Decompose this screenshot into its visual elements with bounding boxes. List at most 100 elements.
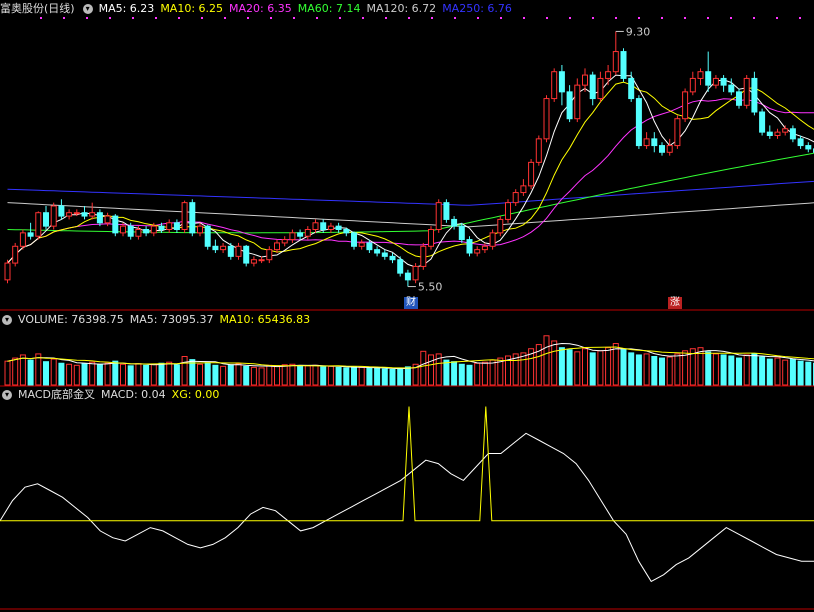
candle-body — [281, 239, 288, 244]
candle-body — [466, 239, 473, 254]
marker-dot — [247, 17, 249, 19]
marker-dot — [132, 17, 134, 19]
candle-body — [682, 91, 689, 120]
volume-bar — [81, 363, 88, 386]
volume-bar — [127, 365, 134, 386]
candle-body — [320, 222, 327, 231]
volume-bar — [651, 356, 658, 386]
volume-bar — [235, 363, 242, 386]
stock-title: 富奥股份(日线) — [0, 2, 75, 15]
volume-bar — [4, 360, 11, 386]
volume-bar — [474, 362, 481, 386]
volume-panel-header: ▾ VOLUME: 76398.75 MA5: 73095.37 MA10: 6543… — [0, 312, 316, 328]
candle-body — [628, 77, 635, 100]
candle-body — [659, 145, 665, 153]
volume-bar — [358, 366, 365, 386]
candle-body — [312, 222, 319, 231]
candle-body — [535, 138, 542, 163]
marker-dot — [109, 17, 111, 19]
volume-bar — [782, 359, 789, 386]
candle-body — [751, 77, 758, 113]
marker-dot — [63, 17, 65, 19]
volume-bar — [582, 348, 588, 386]
volume-bar — [466, 364, 473, 386]
volume-bar — [312, 364, 319, 386]
low-price-label: 5.50 — [418, 281, 443, 294]
chevron-down-icon[interactable]: ▾ — [82, 4, 93, 14]
badge-zhang[interactable]: 涨 — [668, 297, 682, 309]
marker-dot — [293, 17, 295, 19]
volume-bar — [19, 354, 26, 386]
volume-bar — [197, 363, 203, 386]
volume-bar — [304, 365, 311, 386]
stock-chart: 9.30 5.50 富奥股份(日线) ▾ MA5: 6.23 MA10: 6.25 MA2… — [0, 0, 814, 612]
volume-bar — [643, 353, 650, 386]
chevron-down-icon[interactable]: ▾ — [2, 390, 12, 400]
candle-body — [197, 225, 203, 234]
candle-body — [304, 229, 311, 237]
candle-body — [189, 202, 196, 234]
candle-body — [774, 131, 781, 136]
candle-body — [358, 242, 365, 247]
volume-bar — [659, 357, 665, 386]
marker-dot — [615, 17, 617, 19]
ma-legend-item: MA20: 6.35 — [229, 2, 292, 15]
candle-body — [435, 202, 442, 230]
volume-bar — [297, 365, 304, 386]
candle-body — [551, 71, 558, 100]
candle-body — [474, 249, 481, 254]
volume-bar — [35, 353, 42, 386]
candle-body — [497, 218, 504, 234]
volume-bar — [150, 363, 157, 386]
candle-body — [143, 229, 150, 234]
candle-body — [73, 212, 80, 215]
marker-dot — [270, 17, 272, 19]
candle-body — [605, 71, 612, 79]
volume-bar — [143, 364, 150, 386]
candle-body — [520, 185, 527, 194]
volume-bar — [805, 361, 812, 386]
candle-body — [643, 138, 650, 147]
marker-dot — [776, 17, 778, 19]
marker-dot — [201, 17, 203, 19]
candle-body — [666, 145, 673, 153]
candle-body — [736, 91, 742, 106]
volume-bar — [73, 364, 80, 386]
candle-body — [120, 225, 126, 234]
candle-body — [81, 212, 88, 217]
ma-legend: MA5: 6.23 MA10: 6.25 MA20: 6.35 MA60: 7.14 M… — [99, 2, 518, 15]
candle-body — [127, 225, 134, 237]
candle-body — [150, 225, 157, 234]
main-panel-header: 富奥股份(日线) ▾ MA5: 6.23 MA10: 6.25 MA20: 6.35 MA… — [0, 1, 524, 17]
candle-body — [335, 225, 342, 230]
volume-bar — [320, 366, 327, 386]
marker-dot — [431, 17, 433, 19]
volume-bar — [451, 361, 458, 386]
volume-bar — [612, 343, 619, 386]
candle-body — [19, 232, 26, 247]
marker-dot — [362, 17, 364, 19]
candle-body — [297, 232, 304, 237]
marker-dot — [339, 17, 341, 19]
candle-body — [235, 245, 242, 257]
chevron-down-icon[interactable]: ▾ — [2, 315, 12, 325]
volume-bar — [736, 357, 742, 386]
volume-bar — [481, 361, 488, 386]
candle-body — [250, 259, 257, 264]
volume-bar — [181, 356, 188, 386]
candle-body — [289, 232, 296, 241]
ma250-line — [7, 180, 814, 206]
badge-cai[interactable]: 财 — [404, 297, 418, 309]
volume-bar — [674, 353, 681, 386]
xg-line — [0, 406, 814, 522]
candle-body — [428, 229, 434, 247]
candle-body — [574, 84, 581, 120]
ma-legend-item: MA5: 6.23 — [98, 2, 155, 15]
candle-body — [582, 74, 588, 86]
volume-bar — [551, 340, 558, 386]
candle-body — [258, 259, 265, 262]
volume-bar — [166, 361, 173, 386]
volume-bar — [720, 354, 727, 386]
marker-dot — [707, 17, 709, 19]
marker-dot — [385, 17, 387, 19]
